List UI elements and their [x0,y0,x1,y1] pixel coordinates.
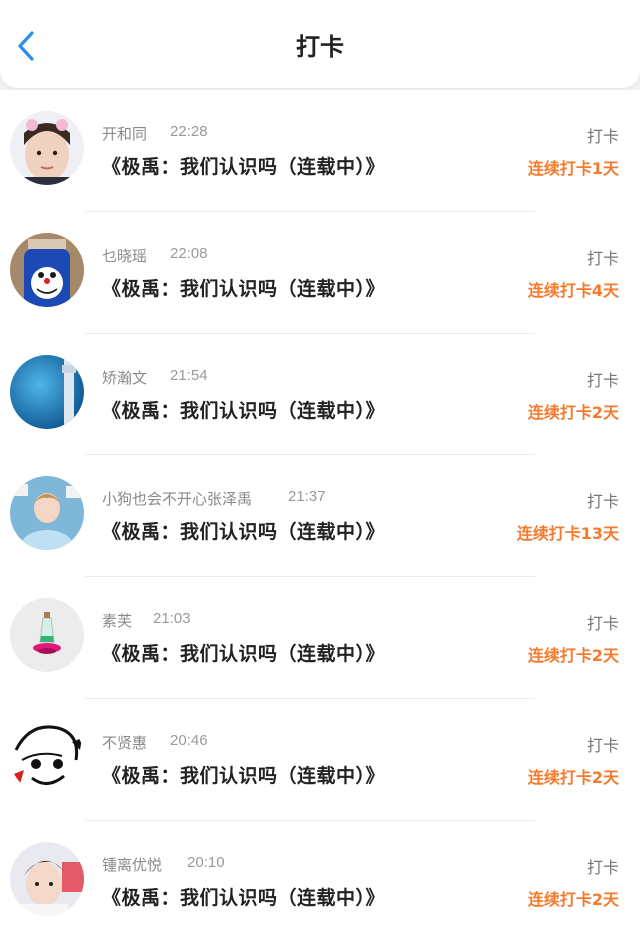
checkin-list: 开和同 22:28 《极禹：我们认识吗（连载中）》 打卡 连续打卡1天 乜晓瑶 … [0,90,640,943]
checkin-time: 22:28 [170,123,208,140]
book-title[interactable]: 《极禹：我们认识吗（连载中）》 [102,274,385,301]
user-name: 开和同 [102,125,148,143]
top-bar: 打卡 [0,0,640,88]
checkin-type: 打卡 [586,735,619,755]
checkin-type: 打卡 [586,492,619,512]
avatar[interactable] [10,598,84,673]
list-item[interactable]: 开和同 22:28 《极禹：我们认识吗（连载中）》 打卡 连续打卡1天 [0,90,640,212]
checkin-type: 打卡 [586,857,619,877]
checkin-time: 21:03 [153,610,191,628]
checkin-time: 21:54 [170,366,208,384]
checkin-time: 21:37 [288,488,326,506]
checkin-time: 22:08 [170,244,208,262]
book-title[interactable]: 《极禹：我们认识吗（连载中）》 [102,883,385,910]
streak-count: 连续打卡4天 [527,280,619,300]
streak-count: 连续打卡2天 [527,767,619,787]
avatar[interactable] [10,476,84,551]
checkin-time: 20:46 [170,731,208,749]
checkin-type: 打卡 [586,248,619,268]
streak-count: 连续打卡2天 [527,646,619,666]
page-title: 打卡 [296,32,344,61]
list-item[interactable]: 乜晓瑶 22:08 《极禹：我们认识吗（连载中）》 打卡 连续打卡4天 [0,211,640,334]
user-name: 不贤惠 [102,733,148,752]
avatar[interactable] [10,354,84,429]
streak-count: 连续打卡1天 [527,159,619,178]
list-item[interactable]: 小狗也会不开心张泽禹 21:37 《极禹：我们认识吗（连载中）》 打卡 连续打卡… [0,455,640,578]
avatar[interactable] [10,232,84,307]
book-title[interactable]: 《极禹：我们认识吗（连载中）》 [102,152,385,179]
streak-count: 连续打卡2天 [527,889,619,909]
back-button[interactable] [12,30,40,62]
avatar[interactable] [10,111,84,185]
list-item[interactable]: 矫瀚文 21:54 《极禹：我们认识吗（连载中）》 打卡 连续打卡2天 [0,333,640,456]
list-item[interactable]: 不贤惠 20:46 《极禹：我们认识吗（连载中）》 打卡 连续打卡2天 [0,698,640,821]
list-item[interactable]: 锺离优悦 20:10 《极禹：我们认识吗（连载中）》 打卡 连续打卡2天 [0,820,640,943]
book-title[interactable]: 《极禹：我们认识吗（连载中）》 [102,761,385,788]
user-name: 素芙 [102,612,133,631]
user-name: 小狗也会不开心张泽禹 [102,490,253,509]
streak-count: 连续打卡13天 [516,524,619,544]
user-name: 矫瀚文 [102,368,148,387]
avatar[interactable] [10,719,84,794]
checkin-type: 打卡 [586,370,619,390]
book-title[interactable]: 《极禹：我们认识吗（连载中）》 [102,396,385,423]
chevron-left-icon [18,31,34,61]
book-title[interactable]: 《极禹：我们认识吗（连载中）》 [102,517,385,544]
user-name: 锺离优悦 [102,855,163,874]
user-name: 乜晓瑶 [102,246,148,265]
checkin-type: 打卡 [586,127,619,146]
streak-count: 连续打卡2天 [527,402,619,422]
avatar[interactable] [10,841,84,916]
book-title[interactable]: 《极禹：我们认识吗（连载中）》 [102,639,385,666]
checkin-time: 20:10 [187,853,225,871]
list-item[interactable]: 素芙 21:03 《极禹：我们认识吗（连载中）》 打卡 连续打卡2天 [0,577,640,699]
checkin-type: 打卡 [586,614,619,634]
